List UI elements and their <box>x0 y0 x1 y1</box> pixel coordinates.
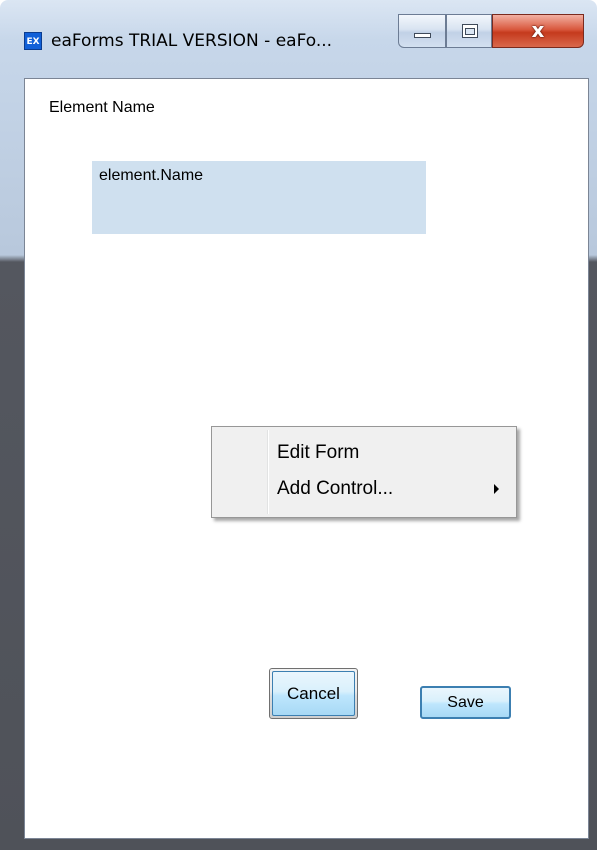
menu-item-label: Add Control... <box>277 478 394 499</box>
caption-buttons: x <box>398 14 584 50</box>
submenu-arrow-icon <box>494 484 499 494</box>
app-window: EX eaForms TRIAL VERSION - eaFo... x Ele… <box>0 0 597 850</box>
cancel-button-label: Cancel <box>272 671 355 716</box>
save-button[interactable]: Save <box>420 686 511 719</box>
cancel-button[interactable]: Cancel <box>269 668 358 719</box>
title-bar[interactable]: EX eaForms TRIAL VERSION - eaFo... x <box>0 0 597 60</box>
form-client-area[interactable]: Element Name element.Name Edit Form Add … <box>24 78 589 839</box>
menu-item-label: Edit Form <box>277 442 360 463</box>
context-menu: Edit Form Add Control... <box>211 426 517 518</box>
menu-item-add-control[interactable]: Add Control... <box>215 471 513 507</box>
window-title: eaForms TRIAL VERSION - eaFo... <box>51 31 333 51</box>
close-icon: x <box>531 18 545 42</box>
close-button[interactable]: x <box>492 14 584 48</box>
maximize-button[interactable] <box>446 14 492 48</box>
minimize-button[interactable] <box>398 14 446 48</box>
minimize-icon <box>414 33 431 38</box>
app-icon: EX <box>24 32 42 50</box>
element-name-field[interactable]: element.Name <box>92 161 426 234</box>
element-name-label: Element Name <box>49 99 155 116</box>
maximize-icon <box>462 24 478 38</box>
menu-item-edit-form[interactable]: Edit Form <box>215 435 513 471</box>
